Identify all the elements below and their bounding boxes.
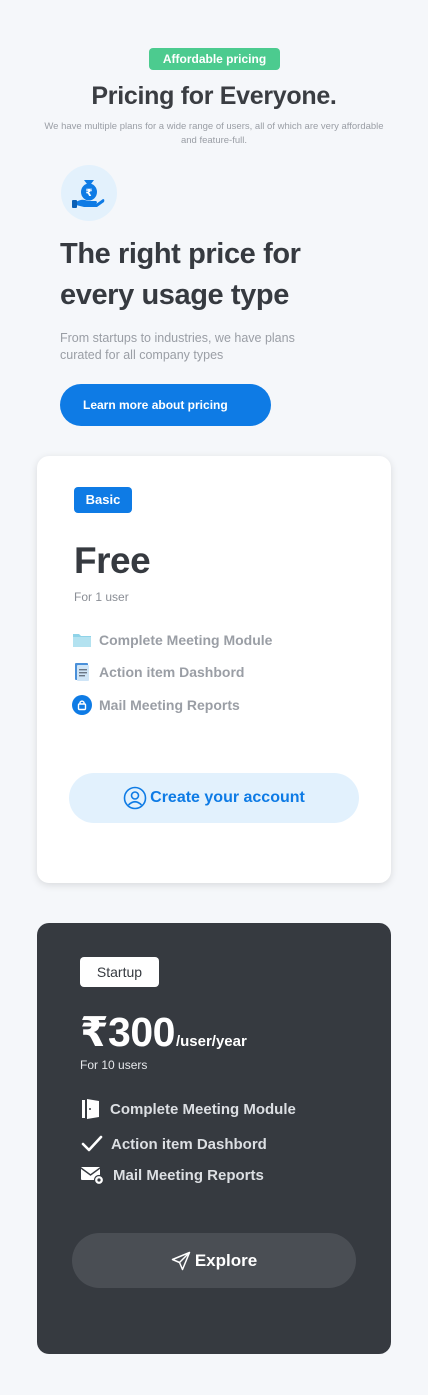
door-icon: [82, 1099, 99, 1119]
lock-icon: [72, 695, 92, 715]
feature-label: Mail Meeting Reports: [99, 697, 240, 713]
money-bag-hand-icon: ₹: [61, 165, 117, 221]
feature-label: Action item Dashbord: [99, 664, 245, 680]
plan-price: Free: [74, 540, 151, 581]
affordable-pricing-badge: Affordable pricing: [149, 48, 280, 70]
feature-label: Mail Meeting Reports: [113, 1166, 264, 1184]
plan-tag-startup: Startup: [80, 957, 159, 987]
feature-label: Action item Dashbord: [111, 1135, 267, 1153]
hero-subtitle: From startups to industries, we have pla…: [60, 331, 295, 362]
mail-icon: [80, 1167, 105, 1185]
feature-item: Action item Dashbord: [81, 1132, 267, 1156]
plan-users: For 1 user: [74, 590, 129, 604]
create-account-label: Create your account: [150, 789, 305, 806]
feature-item: Action item Dashbord: [72, 661, 244, 683]
explore-button[interactable]: Explore: [72, 1233, 356, 1288]
feature-label: Complete Meeting Module: [99, 632, 273, 648]
plan-users: For 10 users: [80, 1058, 148, 1072]
startup-plan-card: Startup ₹300 /user/year For 10 users Com…: [37, 923, 391, 1354]
feature-item: Complete Meeting Module: [81, 1097, 296, 1121]
hero-title: The right price for every usage type: [60, 238, 301, 311]
svg-text:₹: ₹: [86, 188, 93, 199]
price-amount: ₹300: [80, 1009, 175, 1055]
price-period: /user/year: [175, 1033, 247, 1050]
create-account-button[interactable]: Create your account: [69, 773, 359, 823]
page-title: Pricing for Everyone.: [91, 82, 337, 110]
check-icon: [81, 1135, 103, 1152]
send-icon: [171, 1251, 191, 1270]
plan-price: ₹300 /user/year: [80, 1008, 247, 1056]
document-icon: [72, 662, 92, 682]
user-circle-icon: [123, 786, 147, 810]
page-subtitle: We have multiple plans for a wide range …: [44, 121, 384, 146]
explore-label: Explore: [194, 1250, 258, 1270]
feature-item: Complete Meeting Module: [72, 629, 272, 651]
folder-icon: [72, 630, 92, 650]
feature-item: Mail Meeting Reports: [80, 1163, 264, 1187]
feature-label: Complete Meeting Module: [110, 1100, 296, 1118]
feature-item: Mail Meeting Reports: [72, 694, 240, 716]
basic-plan-card: Basic Free For 1 user Complete Meeting M…: [37, 456, 391, 883]
plan-tag-basic: Basic: [74, 487, 132, 513]
learn-more-pricing-button[interactable]: Learn more about pricing: [60, 384, 271, 426]
